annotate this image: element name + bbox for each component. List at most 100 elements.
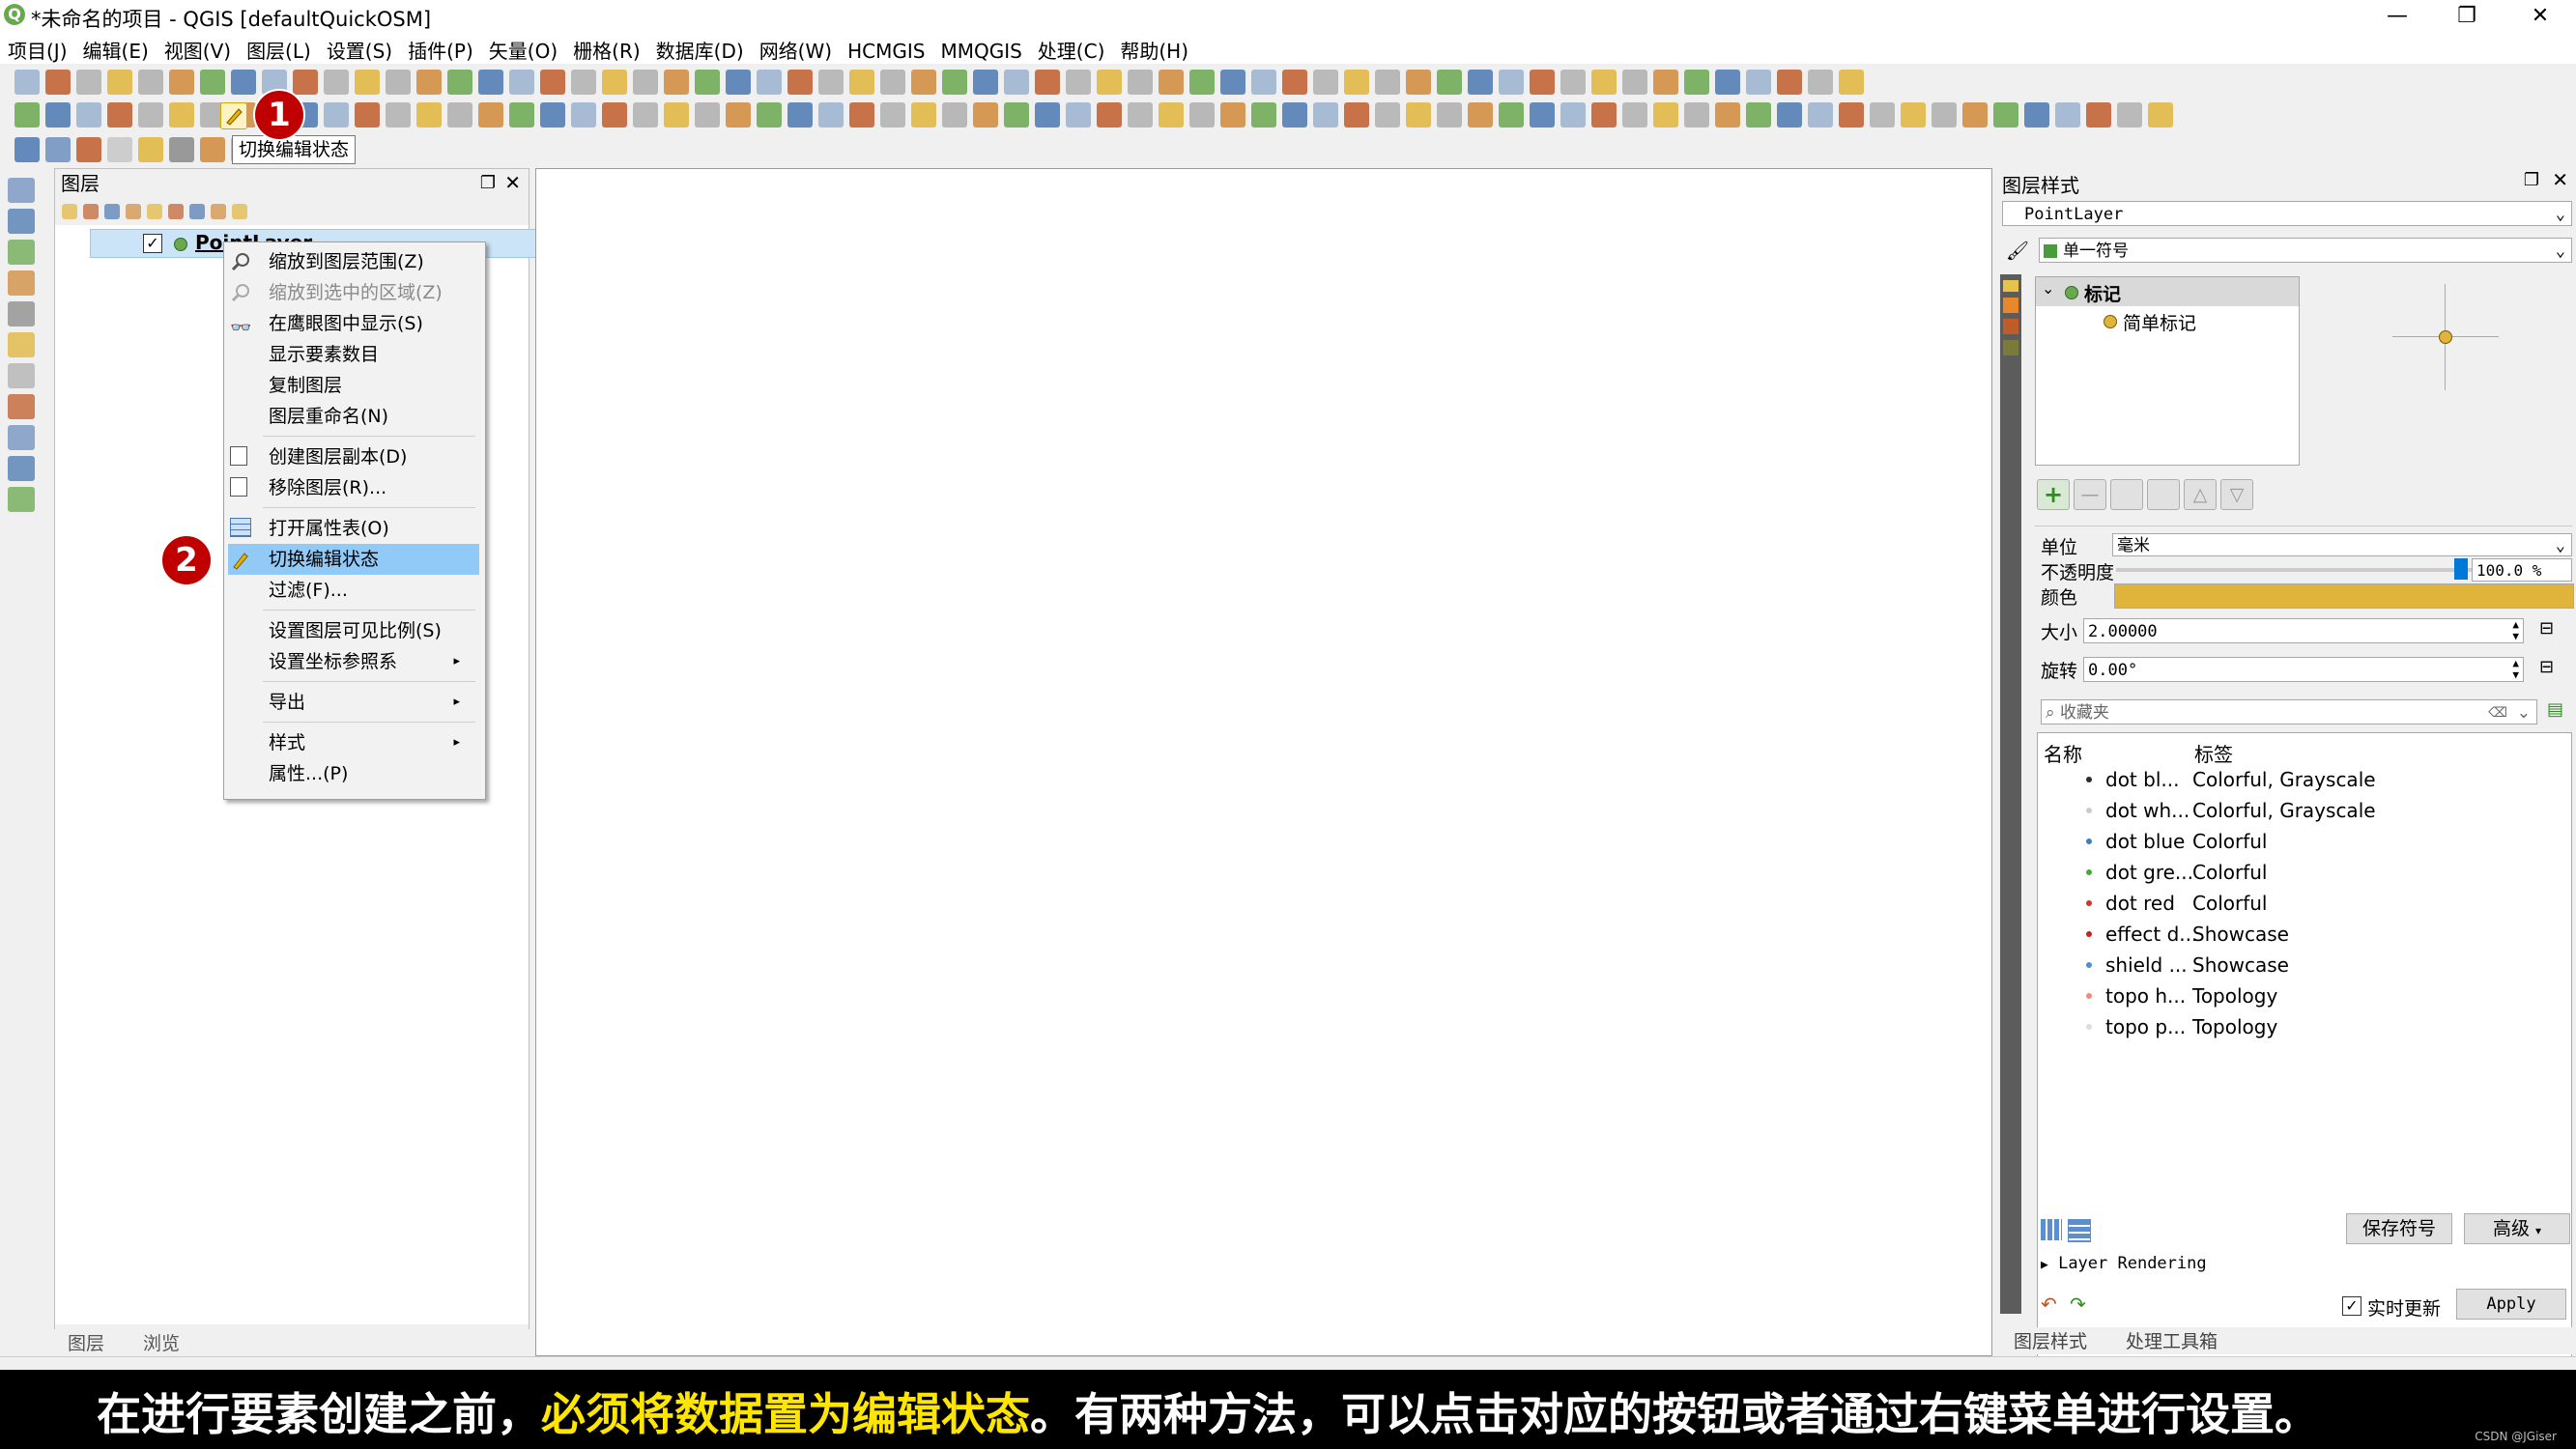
digitizing-tool-41-icon[interactable] (1251, 102, 1276, 128)
digitizing-tool-67-icon[interactable] (2055, 102, 2080, 128)
digitizing-tool-47-icon[interactable] (1437, 102, 1462, 128)
tab-layer-styling[interactable]: 图层样式 (2014, 1327, 2087, 1353)
digitizing-tool-16-icon[interactable] (478, 102, 503, 128)
menu-edit[interactable]: 编辑(E) (75, 33, 157, 64)
file-nav-tool-8-icon[interactable] (231, 70, 256, 95)
file-nav-tool-38-icon[interactable] (1159, 70, 1184, 95)
add-symbol-layer-button[interactable]: + (2037, 479, 2070, 510)
file-nav-tool-51-icon[interactable] (1560, 70, 1586, 95)
menu-view[interactable]: 视图(V) (157, 33, 239, 64)
expand-chevron-icon[interactable]: ⌄ (2042, 279, 2054, 298)
menu-vector[interactable]: 矢量(O) (481, 33, 565, 64)
advanced-digitizing-tool-4-icon[interactable] (107, 137, 132, 162)
digitizing-tool-6-icon[interactable] (169, 102, 194, 128)
add-layer-tool-9-icon[interactable] (8, 425, 35, 450)
menu-show-feature-count[interactable]: 显示要素数目 (269, 339, 472, 370)
digitizing-tool-35-icon[interactable] (1066, 102, 1091, 128)
style-manager-icon[interactable]: ▤ (2547, 699, 2563, 720)
file-nav-tool-11-icon[interactable] (324, 70, 349, 95)
menu-set-scale-visibility[interactable]: 设置图层可见比例(S) (269, 615, 472, 646)
rotation-spinbox[interactable]: 0.00° ▲ ▼ (2083, 657, 2524, 682)
digitizing-tool-53-icon[interactable] (1622, 102, 1647, 128)
digitizing-tool-29-icon[interactable] (880, 102, 905, 128)
add-layer-tool-5-icon[interactable] (8, 301, 35, 327)
file-nav-tool-54-icon[interactable] (1653, 70, 1678, 95)
spin-arrows-icon[interactable]: ▲ ▼ (2512, 658, 2519, 681)
add-layer-tool-7-icon[interactable] (8, 363, 35, 388)
menu-remove-layer[interactable]: 移除图层(R)... (230, 472, 472, 503)
digitizing-tool-38-icon[interactable] (1159, 102, 1184, 128)
digitizing-tool-65-icon[interactable] (1993, 102, 2018, 128)
digitizing-tool-60-icon[interactable] (1839, 102, 1864, 128)
3d-tab-icon[interactable] (2003, 340, 2018, 355)
file-nav-tool-7-icon[interactable] (200, 70, 225, 95)
menu-raster[interactable]: 栅格(R) (565, 33, 648, 64)
menu-properties[interactable]: 属性...(P) (269, 758, 472, 789)
advanced-digitizing-tool-2-icon[interactable] (45, 137, 71, 162)
file-nav-tool-49-icon[interactable] (1499, 70, 1524, 95)
digitizing-tool-44-icon[interactable] (1344, 102, 1369, 128)
add-layer-tool-1-icon[interactable] (8, 178, 35, 203)
unit-select[interactable]: 毫米 ⌄ (2112, 533, 2572, 556)
digitizing-tool-37-icon[interactable] (1128, 102, 1153, 128)
symbol-tree-root-row[interactable]: ⌄ 标记 (2036, 277, 2299, 306)
digitizing-tool-32-icon[interactable] (973, 102, 998, 128)
add-layer-tool-10-icon[interactable] (8, 456, 35, 481)
opacity-slider-handle[interactable] (2454, 558, 2468, 580)
digitizing-tool-2-icon[interactable] (45, 102, 71, 128)
file-nav-tool-41-icon[interactable] (1251, 70, 1276, 95)
digitizing-tool-58-icon[interactable] (1777, 102, 1802, 128)
menu-web[interactable]: 网络(W) (752, 33, 840, 64)
layers-panel-tool-3-icon[interactable] (104, 204, 120, 219)
lock-icon[interactable] (2110, 479, 2143, 510)
clear-icon[interactable]: ⌫ (2488, 700, 2507, 725)
file-nav-tool-6-icon[interactable] (169, 70, 194, 95)
menu-database[interactable]: 数据库(D) (648, 33, 752, 64)
file-nav-tool-25-icon[interactable] (757, 70, 782, 95)
layers-panel-tool-1-icon[interactable] (62, 204, 77, 219)
apply-button[interactable]: Apply (2456, 1289, 2566, 1320)
digitizing-tool-48-icon[interactable] (1468, 102, 1493, 128)
file-nav-tool-57-icon[interactable] (1746, 70, 1771, 95)
remove-symbol-layer-button[interactable]: — (2074, 479, 2106, 510)
digitizing-tool-34-icon[interactable] (1035, 102, 1060, 128)
digitizing-tool-42-icon[interactable] (1282, 102, 1307, 128)
tab-layers[interactable]: 图层 (68, 1329, 104, 1355)
digitizing-tool-68-icon[interactable] (2086, 102, 2111, 128)
file-nav-tool-2-icon[interactable] (45, 70, 71, 95)
restore-button[interactable]: ❐ (2433, 0, 2501, 33)
layers-panel-tool-4-icon[interactable] (126, 204, 141, 219)
file-nav-tool-33-icon[interactable] (1004, 70, 1029, 95)
menu-filter[interactable]: 过滤(F)... (269, 575, 472, 606)
menu-project[interactable]: 项目(J) (0, 33, 75, 64)
map-canvas[interactable] (535, 168, 1992, 1356)
file-nav-tool-5-icon[interactable] (138, 70, 163, 95)
file-nav-tool-39-icon[interactable] (1189, 70, 1215, 95)
file-nav-tool-60-icon[interactable] (1839, 70, 1864, 95)
duplicate-symbol-layer-button[interactable] (2147, 479, 2180, 510)
symbol-row[interactable]: shield ... Showcase (2038, 950, 2576, 980)
menu-help[interactable]: 帮助(H) (1112, 33, 1196, 64)
add-layer-tool-2-icon[interactable] (8, 209, 35, 234)
digitizing-tool-14-icon[interactable] (416, 102, 442, 128)
digitizing-tool-19-icon[interactable] (571, 102, 596, 128)
advanced-digitizing-tool-1-icon[interactable] (14, 137, 40, 162)
file-nav-tool-19-icon[interactable] (571, 70, 596, 95)
digitizing-tool-39-icon[interactable] (1189, 102, 1215, 128)
data-defined-override-icon[interactable]: ⊟ (2539, 657, 2554, 677)
layers-panel-tool-6-icon[interactable] (168, 204, 184, 219)
digitizing-tool-57-icon[interactable] (1746, 102, 1771, 128)
file-nav-tool-31-icon[interactable] (942, 70, 967, 95)
file-nav-tool-12-icon[interactable] (355, 70, 380, 95)
digitizing-tool-24-icon[interactable] (726, 102, 751, 128)
add-layer-tool-11-icon[interactable] (8, 487, 35, 512)
advanced-digitizing-tool-3-icon[interactable] (76, 137, 101, 162)
digitizing-tool-1-icon[interactable] (14, 102, 40, 128)
layers-panel-tool-2-icon[interactable] (83, 204, 99, 219)
digitizing-tool-70-icon[interactable] (2148, 102, 2173, 128)
file-nav-tool-22-icon[interactable] (664, 70, 689, 95)
symbol-row[interactable]: dot red Colorful (2038, 888, 2576, 919)
digitizing-tool-27-icon[interactable] (818, 102, 844, 128)
digitizing-tool-20-icon[interactable] (602, 102, 627, 128)
file-nav-tool-14-icon[interactable] (416, 70, 442, 95)
